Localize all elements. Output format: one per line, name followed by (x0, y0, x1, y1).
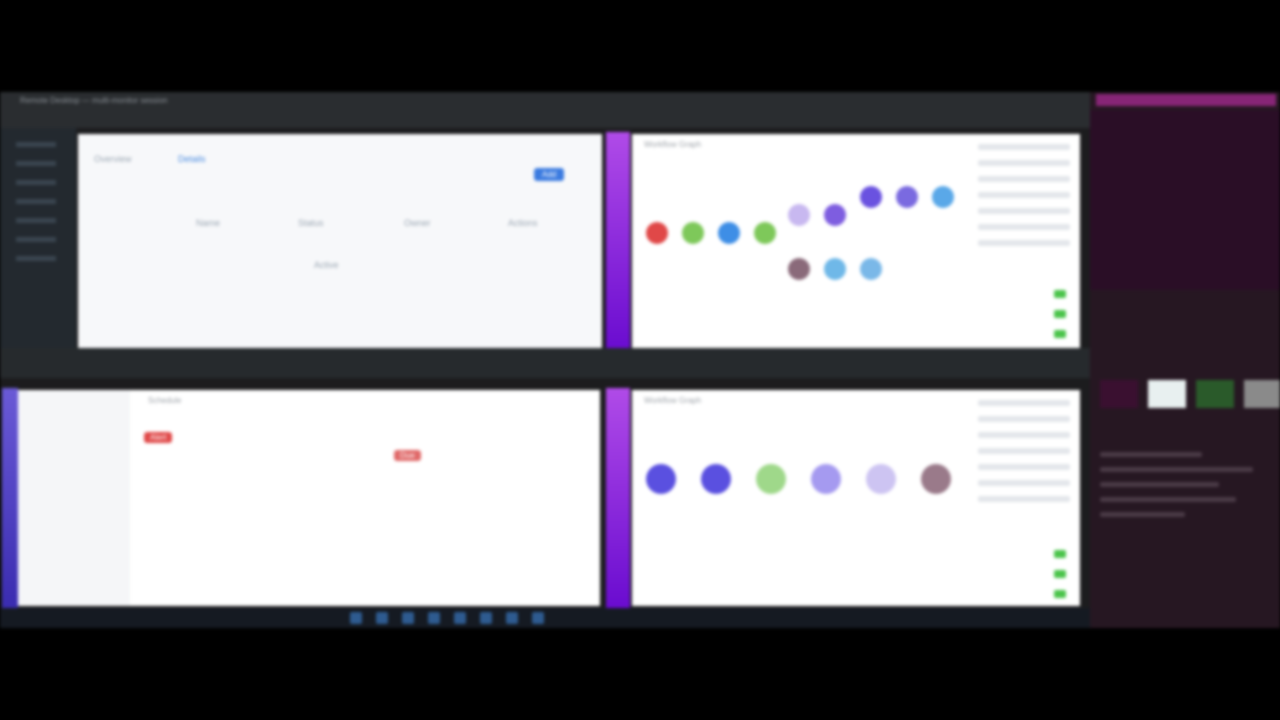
due-badge[interactable]: Due (394, 450, 421, 461)
col-actions: Actions (508, 218, 538, 228)
ok-badge (1054, 290, 1066, 298)
workflow-node[interactable] (646, 222, 668, 244)
workflow-node[interactable] (866, 464, 896, 494)
ok-badge (1054, 330, 1066, 338)
alert-badge[interactable]: Alert (144, 432, 173, 443)
graph-title: Workflow Graph (644, 396, 702, 405)
app-icon[interactable] (350, 612, 362, 624)
app-icon[interactable] (376, 612, 388, 624)
ok-badge (1054, 590, 1066, 598)
chat-messages (1100, 452, 1270, 527)
chat-app (1090, 92, 1280, 628)
left-sidebar[interactable] (0, 128, 76, 350)
graph-side-panel (970, 390, 1080, 606)
workflow-node[interactable] (896, 186, 918, 208)
taskbar[interactable] (0, 608, 1090, 628)
workflow-node[interactable] (824, 204, 846, 226)
workflow-node[interactable] (824, 258, 846, 280)
app-icon[interactable] (532, 612, 544, 624)
app-icon[interactable] (506, 612, 518, 624)
app-icon[interactable] (428, 612, 440, 624)
pane-workflow-graph: Workflow Graph (632, 134, 1080, 348)
ok-badge (1054, 550, 1066, 558)
graph-side-panel (970, 134, 1080, 348)
workflow-node[interactable] (718, 222, 740, 244)
chat-title-bar (1096, 94, 1276, 106)
graph-title: Workflow Graph (644, 140, 702, 149)
workflow-node[interactable] (932, 186, 954, 208)
workflow-node[interactable] (860, 186, 882, 208)
window-title: Remote Desktop — multi-monitor session (20, 96, 168, 105)
participant-thumbnails[interactable] (1100, 380, 1280, 408)
ok-badge (1054, 310, 1066, 318)
workflow-node[interactable] (811, 464, 841, 494)
row-status: Active (314, 260, 339, 270)
col-owner: Owner (404, 218, 431, 228)
workflow-node[interactable] (756, 464, 786, 494)
col-status: Status (298, 218, 324, 228)
workflow-node[interactable] (754, 222, 776, 244)
window-titlebar: Remote Desktop — multi-monitor session (0, 92, 1090, 128)
pane-table-view: Overview Details Add Name Status Owner A… (78, 134, 602, 348)
workflow-node[interactable] (646, 464, 676, 494)
ok-badge (1054, 570, 1066, 578)
purple-divider (606, 132, 630, 350)
schedule-sidebar[interactable] (18, 390, 130, 606)
pane-separator-bar (0, 348, 1090, 378)
workflow-node[interactable] (701, 464, 731, 494)
schedule-title: Schedule (148, 396, 182, 405)
left-accent-strip (2, 388, 18, 608)
workflow-node[interactable] (860, 258, 882, 280)
tab-details[interactable]: Details (178, 154, 206, 164)
add-button[interactable]: Add (534, 168, 565, 181)
app-icon[interactable] (402, 612, 414, 624)
purple-divider (606, 388, 630, 608)
app-icon[interactable] (454, 612, 466, 624)
video-area (1090, 110, 1280, 290)
app-icon[interactable] (480, 612, 492, 624)
col-name: Name (196, 218, 221, 228)
pane-workflow-graph-2: Workflow Graph (632, 390, 1080, 606)
pane-schedule: Schedule Alert Due (18, 390, 600, 606)
tab-overview[interactable]: Overview (94, 154, 132, 164)
workflow-node[interactable] (788, 258, 810, 280)
workflow-node[interactable] (788, 204, 810, 226)
remote-screen: Remote Desktop — multi-monitor session O… (0, 92, 1280, 628)
workflow-node[interactable] (921, 464, 951, 494)
workflow-node[interactable] (682, 222, 704, 244)
